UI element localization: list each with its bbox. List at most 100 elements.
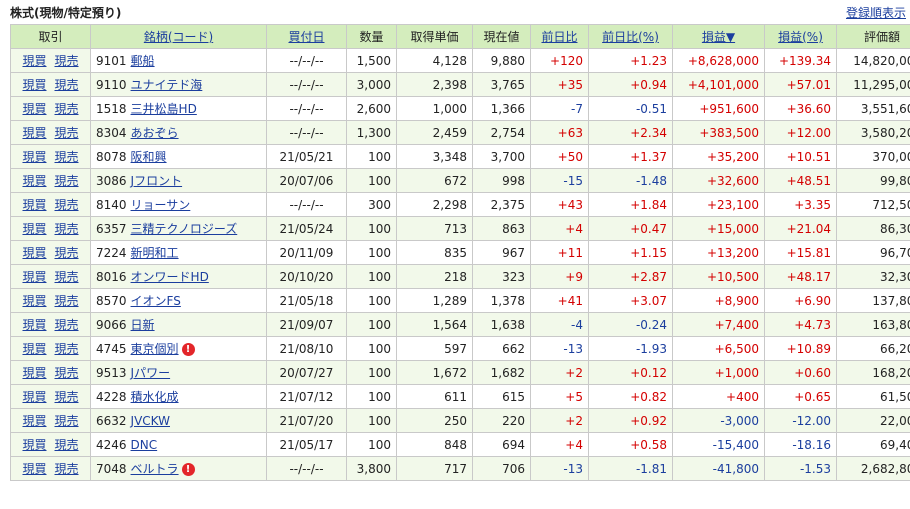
buy-link[interactable]: 現買 — [22, 198, 46, 212]
buy-link[interactable]: 現買 — [22, 150, 46, 164]
sell-link[interactable]: 現売 — [55, 102, 79, 116]
stock-name-link[interactable]: リョーサン — [131, 198, 191, 212]
day-change-pct: +1.84 — [588, 192, 673, 217]
day-change: +50 — [530, 144, 589, 169]
buy-link[interactable]: 現買 — [22, 270, 46, 284]
stock-name-link[interactable]: Jパワー — [131, 366, 171, 380]
header-pnl-pct-sort[interactable]: 損益(%) — [764, 24, 837, 49]
header-name-sort[interactable]: 銘柄(コード) — [90, 24, 267, 49]
sell-link[interactable]: 現売 — [55, 198, 79, 212]
sell-link[interactable]: 現売 — [55, 342, 79, 356]
alert-icon[interactable]: ! — [181, 463, 195, 476]
current-price: 1,366 — [472, 96, 531, 121]
header-buy-date-sort[interactable]: 買付日 — [266, 24, 347, 49]
header-change-sort[interactable]: 前日比 — [530, 24, 589, 49]
sell-link[interactable]: 現売 — [55, 54, 79, 68]
stock-name-cell: 1518 三井松島HD — [90, 96, 267, 121]
buy-link[interactable]: 現買 — [22, 54, 46, 68]
stock-name-link[interactable]: 東京個別 — [131, 342, 179, 356]
sell-link[interactable]: 現売 — [55, 462, 79, 476]
buy-link[interactable]: 現買 — [22, 78, 46, 92]
market-value: 32,300 — [836, 264, 910, 289]
buy-link[interactable]: 現買 — [22, 294, 46, 308]
stock-name-link[interactable]: 郵船 — [131, 54, 155, 68]
buy-link[interactable]: 現買 — [22, 390, 46, 404]
day-change: +35 — [530, 72, 589, 97]
buy-link[interactable]: 現買 — [22, 414, 46, 428]
buy-date: 21/05/17 — [266, 432, 347, 457]
day-change-pct: +0.82 — [588, 384, 673, 409]
stock-name-cell: 9066 日新 — [90, 312, 267, 337]
buy-date: --/--/-- — [266, 48, 347, 73]
stock-name-cell: 4228 積水化成 — [90, 384, 267, 409]
market-value: 66,200 — [836, 336, 910, 361]
buy-link[interactable]: 現買 — [22, 174, 46, 188]
stock-name-cell: 8016 オンワードHD — [90, 264, 267, 289]
sell-link[interactable]: 現売 — [55, 150, 79, 164]
table-row: 現買 現売 9110 ユナイテド海 --/--/-- 3,000 2,398 3,765 +35… — [10, 72, 910, 97]
market-value: 137,800 — [836, 288, 910, 313]
day-change-pct: -0.51 — [588, 96, 673, 121]
stock-name-link[interactable]: 三精テクノロジーズ — [131, 222, 238, 236]
sell-link[interactable]: 現売 — [55, 366, 79, 380]
buy-link[interactable]: 現買 — [22, 246, 46, 260]
sell-link[interactable]: 現売 — [55, 270, 79, 284]
registration-order-link[interactable]: 登録順表示 — [846, 4, 906, 21]
stock-name-link[interactable]: 阪和興 — [131, 150, 167, 164]
day-change-pct: -1.93 — [588, 336, 673, 361]
buy-link[interactable]: 現買 — [22, 462, 46, 476]
stock-name-link[interactable]: JVCKW — [131, 414, 170, 428]
header-qty: 数量 — [346, 24, 397, 49]
buy-link[interactable]: 現買 — [22, 438, 46, 452]
stock-name-link[interactable]: 三井松島HD — [131, 102, 197, 116]
stock-name-link[interactable]: Jフロント — [131, 174, 183, 188]
sell-link[interactable]: 現売 — [55, 438, 79, 452]
sell-link[interactable]: 現売 — [55, 126, 79, 140]
cost-price: 2,459 — [396, 120, 473, 145]
sell-link[interactable]: 現売 — [55, 174, 79, 188]
sell-link[interactable]: 現売 — [55, 78, 79, 92]
sell-link[interactable]: 現売 — [55, 246, 79, 260]
buy-link[interactable]: 現買 — [22, 366, 46, 380]
stock-name-link[interactable]: あおぞら — [131, 126, 179, 140]
profit-loss: +10,500 — [672, 264, 765, 289]
sell-link[interactable]: 現売 — [55, 318, 79, 332]
stock-code: 6632 — [96, 413, 127, 428]
alert-icon[interactable]: ! — [181, 343, 195, 356]
stock-name-link[interactable]: オンワードHD — [131, 270, 209, 284]
sell-link[interactable]: 現売 — [55, 294, 79, 308]
stock-name-link[interactable]: ユナイテド海 — [131, 78, 203, 92]
buy-link[interactable]: 現買 — [22, 318, 46, 332]
header-change-pct-sort[interactable]: 前日比(%) — [588, 24, 673, 49]
table-header-row: 取引 銘柄(コード) 買付日 数量 取得単価 現在値 前日比 前日比(%) 損益… — [10, 24, 910, 49]
stock-name-link[interactable]: ベルトラ — [131, 462, 179, 476]
day-change: -4 — [530, 312, 589, 337]
holdings-table: 取引 銘柄(コード) 買付日 数量 取得単価 現在値 前日比 前日比(%) 損益… — [10, 24, 910, 481]
sell-link[interactable]: 現売 — [55, 414, 79, 428]
profit-loss: +1,000 — [672, 360, 765, 385]
profit-loss-pct: +0.65 — [764, 384, 837, 409]
quantity: 100 — [346, 216, 397, 241]
day-change: +43 — [530, 192, 589, 217]
current-price: 1,378 — [472, 288, 531, 313]
stock-name-link[interactable]: イオンFS — [131, 294, 181, 308]
sell-link[interactable]: 現売 — [55, 222, 79, 236]
buy-link[interactable]: 現買 — [22, 342, 46, 356]
stock-code: 8078 — [96, 150, 127, 164]
header-pnl-sort[interactable]: 損益▼ — [672, 24, 765, 49]
stock-name-link[interactable]: 積水化成 — [131, 390, 179, 404]
current-price: 706 — [472, 456, 531, 481]
stock-code: 4246 — [96, 437, 127, 452]
buy-link[interactable]: 現買 — [22, 222, 46, 236]
quantity: 300 — [346, 192, 397, 217]
stock-name-link[interactable]: 日新 — [131, 318, 155, 332]
buy-link[interactable]: 現買 — [22, 102, 46, 116]
sell-link[interactable]: 現売 — [55, 390, 79, 404]
stock-name-link[interactable]: 新明和工 — [131, 246, 179, 260]
market-value: 61,500 — [836, 384, 910, 409]
day-change-pct: +1.23 — [588, 48, 673, 73]
stock-name-cell: 8304 あおぞら — [90, 120, 267, 145]
buy-link[interactable]: 現買 — [22, 126, 46, 140]
current-price: 662 — [472, 336, 531, 361]
stock-name-link[interactable]: DNC — [131, 438, 158, 452]
